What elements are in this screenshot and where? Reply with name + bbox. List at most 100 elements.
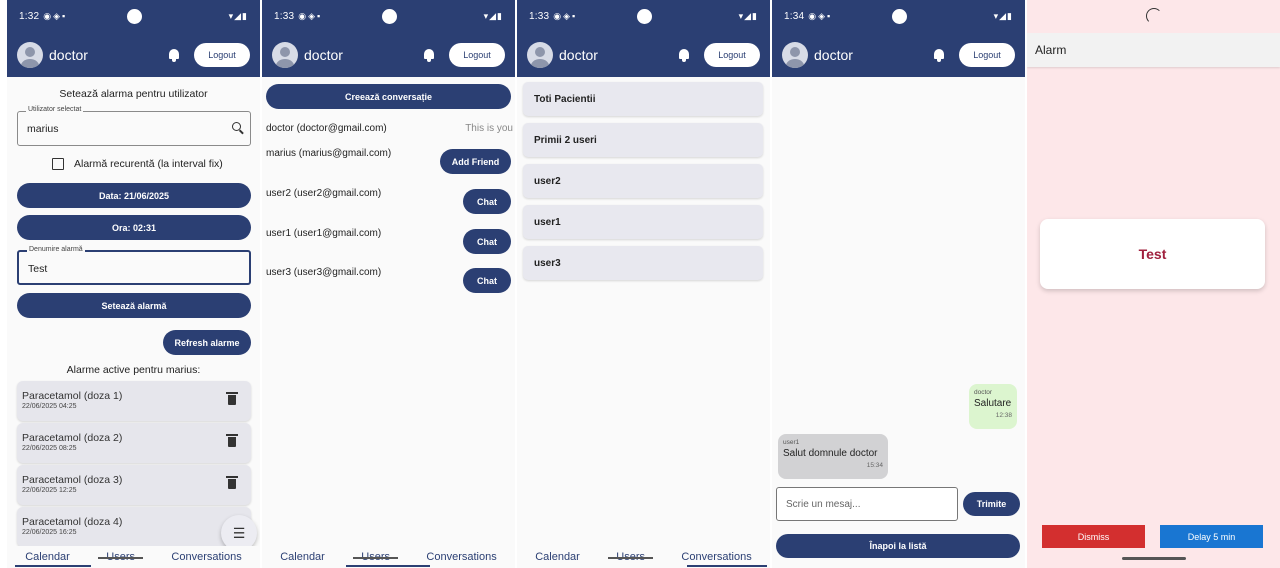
field-label: Denumire alarmă [27, 246, 85, 253]
loading-spinner-icon [1145, 8, 1162, 24]
conversation-item[interactable]: user1 [523, 205, 763, 239]
camera-cutout [381, 9, 397, 24]
alarm-name: Paracetamol (doza 4) [22, 516, 123, 528]
avatar[interactable] [17, 42, 43, 68]
status-icons: ◉◈▪ [553, 11, 578, 21]
tab-users[interactable]: Users [608, 551, 653, 563]
user-row-label: user2 (user2@gmail.com) [266, 188, 382, 199]
app-bar: doctor Logout [772, 33, 1025, 77]
create-conversation-button[interactable]: Creează conversație [266, 84, 511, 109]
alarm-list-title: Alarme active pentru marius: [66, 364, 201, 376]
tab-conversations[interactable]: Conversations [681, 551, 751, 563]
user-select-field[interactable]: Utilizator selectat marius [17, 106, 251, 146]
alarm-card[interactable]: Paracetamol (doza 1) 22/06/2025 04:25 [17, 381, 251, 421]
message-text: Salut domnule doctor [783, 448, 878, 459]
chat-button[interactable]: Chat [463, 268, 511, 293]
conversation-item[interactable]: Toti Pacientii [523, 82, 763, 116]
message-time: 15:34 [866, 462, 883, 469]
tab-calendar[interactable]: Calendar [25, 551, 70, 563]
user-row-label: marius (marius@gmail.com) [266, 148, 392, 159]
conversation-item[interactable]: user3 [523, 246, 763, 280]
status-icons: ◉◈▪ [808, 11, 833, 21]
alarm-name-field[interactable]: Denumire alarmă Test [17, 246, 251, 285]
phone-chat: 1:34 ◉◈▪ ▾◢▮ doctor Logout doctor Saluta… [772, 0, 1025, 568]
conversation-item[interactable]: user2 [523, 164, 763, 198]
delay-button[interactable]: Delay 5 min [1160, 525, 1263, 548]
status-bar: 1:33 ◉◈▪ ▾◢▮ [517, 0, 770, 33]
status-bar [1027, 0, 1280, 33]
trash-icon[interactable] [226, 392, 238, 405]
alarm-name: Test [1138, 246, 1167, 262]
status-bar: 1:33 ◉◈▪ ▾◢▮ [262, 0, 515, 33]
alarm-card[interactable]: Paracetamol (doza 4) 22/06/2025 16:25 [17, 507, 251, 547]
send-button[interactable]: Trimite [963, 492, 1020, 516]
message-input[interactable]: Scrie un mesaj... [776, 487, 958, 521]
self-note: This is you [465, 123, 513, 134]
status-time: 1:33 [274, 11, 295, 22]
search-icon[interactable] [232, 122, 241, 131]
app-bar: doctor Logout [262, 33, 515, 77]
alarm-date: 22/06/2025 04:25 [22, 403, 77, 410]
field-label: Utilizator selectat [26, 106, 84, 113]
bell-icon[interactable] [678, 48, 690, 62]
logout-button[interactable]: Logout [704, 43, 760, 67]
message-text: Salutare [974, 398, 1012, 409]
status-bar: 1:34 ◉◈▪ ▾◢▮ [772, 0, 1025, 33]
status-icons: ◉◈▪ [298, 11, 323, 21]
active-tab-indicator [15, 565, 91, 567]
message-time: 12:38 [995, 412, 1012, 419]
bell-icon[interactable] [933, 48, 945, 62]
back-to-list-button[interactable]: Înapoi la listă [776, 534, 1020, 558]
self-user-row: doctor (doctor@gmail.com) [266, 123, 387, 134]
alarm-date: 22/06/2025 08:25 [22, 445, 77, 452]
home-indicator [1121, 557, 1186, 560]
alarm-name: Paracetamol (doza 1) [22, 390, 123, 402]
tab-calendar[interactable]: Calendar [535, 551, 580, 563]
active-tab-indicator [346, 565, 430, 567]
refresh-alarms-button[interactable]: Refresh alarme [163, 330, 251, 355]
tab-users[interactable]: Users [353, 551, 398, 563]
alarm-card[interactable]: Paracetamol (doza 3) 22/06/2025 12:25 [17, 465, 251, 505]
date-button[interactable]: Data: 21/06/2025 [17, 183, 251, 208]
recurring-label: Alarmă recurentă (la interval fix) [74, 158, 223, 170]
dismiss-button[interactable]: Dismiss [1042, 525, 1145, 548]
camera-cutout [126, 9, 142, 24]
active-tab-indicator [687, 565, 767, 567]
trash-icon[interactable] [226, 476, 238, 489]
tab-users[interactable]: Users [98, 551, 143, 563]
chat-button[interactable]: Chat [463, 229, 511, 254]
chat-button[interactable]: Chat [463, 189, 511, 214]
app-bar: doctor Logout [517, 33, 770, 77]
alarm-card[interactable]: Paracetamol (doza 2) 22/06/2025 08:25 [17, 423, 251, 463]
time-button[interactable]: Ora: 02:31 [17, 215, 251, 240]
alarm-date: 22/06/2025 12:25 [22, 487, 77, 494]
status-time: 1:32 [19, 11, 40, 22]
conversation-item[interactable]: Primii 2 useri [523, 123, 763, 157]
phone-alarm-ringing: Alarm Test Dismiss Delay 5 min [1027, 0, 1280, 568]
set-alarm-button[interactable]: Setează alarmă [17, 293, 251, 318]
logout-button[interactable]: Logout [194, 43, 250, 67]
bell-icon[interactable] [168, 48, 180, 62]
logout-button[interactable]: Logout [959, 43, 1015, 67]
phone-alarm-setup: 1:32 ◉◈▪ ▾◢▮ doctor Logout Setează alarm… [7, 0, 260, 568]
signal-battery-icon: ▾◢▮ [738, 11, 758, 21]
add-friend-button[interactable]: Add Friend [440, 149, 511, 174]
menu-icon: ☰ [232, 524, 246, 541]
trash-icon[interactable] [226, 434, 238, 447]
tab-calendar[interactable]: Calendar [280, 551, 325, 563]
avatar[interactable] [782, 42, 808, 68]
tab-conversations[interactable]: Conversations [171, 551, 241, 563]
field-value: marius [27, 123, 59, 135]
field-value: Test [28, 263, 48, 275]
bell-icon[interactable] [423, 48, 435, 62]
tab-conversations[interactable]: Conversations [426, 551, 496, 563]
username: doctor [559, 47, 598, 63]
logout-button[interactable]: Logout [449, 43, 505, 67]
alarm-name: Paracetamol (doza 3) [22, 474, 123, 486]
recurring-row[interactable]: Alarmă recurentă (la interval fix) [52, 158, 223, 170]
status-bar: 1:32 ◉◈▪ ▾◢▮ [7, 0, 260, 33]
recurring-checkbox[interactable] [52, 158, 64, 170]
avatar[interactable] [272, 42, 298, 68]
screenshot-collage: 1:32 ◉◈▪ ▾◢▮ doctor Logout Setează alarm… [0, 0, 1280, 568]
avatar[interactable] [527, 42, 553, 68]
